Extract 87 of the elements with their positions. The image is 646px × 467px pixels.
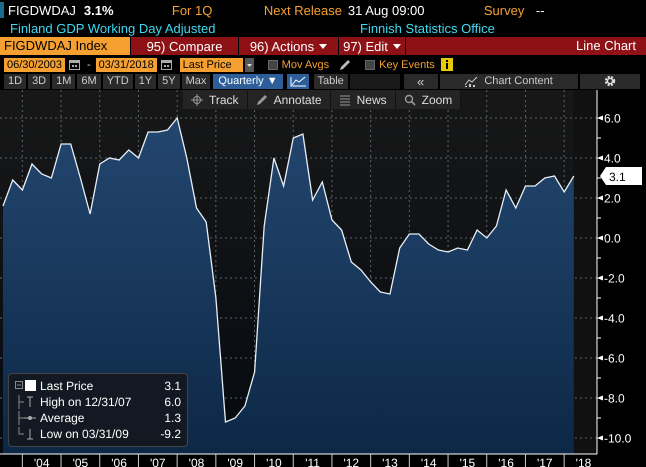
axis-label: '17 bbox=[536, 456, 553, 467]
chart-tool-button[interactable]: Zoom bbox=[396, 90, 462, 109]
collapse-icon bbox=[15, 379, 37, 393]
axis-label: '05 bbox=[72, 456, 88, 467]
crosshair-icon bbox=[191, 94, 203, 106]
settings-button[interactable] bbox=[580, 74, 640, 88]
description: Finland GDP Working Day Adjusted bbox=[10, 21, 216, 36]
chart-content-button[interactable]: Chart Content bbox=[440, 74, 578, 88]
legend-label: Low on 03/31/09 bbox=[40, 427, 130, 441]
legend-label: Last Price bbox=[40, 379, 94, 393]
legend-value: 6.0 bbox=[164, 395, 181, 409]
legend-label: Average bbox=[40, 411, 86, 425]
range-button[interactable]: 6M bbox=[77, 74, 101, 88]
legend-value: 1.3 bbox=[164, 411, 181, 425]
survey-value: -- bbox=[536, 2, 545, 18]
axis-label: 6.0 bbox=[604, 112, 621, 126]
axis-label: '15 bbox=[460, 456, 476, 467]
axis-label: -6.0 bbox=[604, 352, 625, 366]
range-button[interactable]: Max bbox=[182, 74, 210, 88]
legend-value: -9.2 bbox=[160, 427, 181, 441]
axis-label: '06 bbox=[111, 456, 127, 467]
settings-icon bbox=[604, 75, 616, 87]
last-value-marker: 3.1 bbox=[600, 167, 642, 185]
axis-label: '14 bbox=[420, 456, 437, 467]
option-label: Mov Avgs bbox=[282, 58, 330, 70]
axis-label: 0.0 bbox=[604, 232, 621, 246]
caret-icon bbox=[319, 44, 328, 48]
axis-label: '08 bbox=[188, 456, 204, 467]
axis-label: '07 bbox=[150, 456, 166, 467]
search-icon bbox=[404, 94, 416, 106]
axis-label: 2.0 bbox=[604, 192, 621, 206]
legend-label: High on 12/31/07 bbox=[40, 395, 132, 409]
axis-label: '12 bbox=[343, 456, 360, 467]
survey-label: Survey bbox=[484, 2, 526, 18]
period-label: For 1Q bbox=[172, 2, 214, 18]
range-button[interactable]: 5Y bbox=[158, 74, 180, 88]
range-button[interactable]: 1D bbox=[4, 74, 26, 88]
axis-label: '10 bbox=[266, 456, 282, 467]
date-separator: - bbox=[87, 58, 91, 70]
end-date-field[interactable]: 03/31/2018 bbox=[96, 58, 157, 72]
axis-label: '18 bbox=[576, 456, 592, 467]
menu-button[interactable]: 96) Actions bbox=[238, 37, 338, 55]
chart-icon bbox=[464, 76, 478, 86]
axis-label: '13 bbox=[382, 456, 398, 467]
axis-label: '11 bbox=[305, 456, 320, 467]
axis-label: -4.0 bbox=[604, 312, 625, 326]
change-value: 3.1% bbox=[84, 2, 115, 18]
axis-label: -8.0 bbox=[604, 392, 625, 406]
list-icon bbox=[338, 94, 351, 106]
axis-label: -10.0 bbox=[604, 432, 632, 446]
accent-bar bbox=[0, 2, 4, 18]
menu-button[interactable]: 95) Compare bbox=[130, 37, 238, 55]
calendar-icon[interactable] bbox=[160, 59, 172, 70]
caret-icon bbox=[392, 44, 401, 48]
release-time: 31 Aug 09:00 bbox=[348, 2, 426, 18]
axis-label: '16 bbox=[498, 456, 514, 467]
ticker: FIGDWDAJ bbox=[8, 2, 76, 18]
table-button[interactable]: Table bbox=[314, 74, 348, 88]
range-button[interactable]: 1Y bbox=[134, 74, 156, 88]
line-chart-icon[interactable] bbox=[286, 74, 309, 88]
source: Finnish Statistics Office bbox=[360, 21, 495, 36]
range-button[interactable]: Quarterly ▼ bbox=[213, 74, 283, 88]
chart-tool-button[interactable]: Track bbox=[183, 90, 248, 109]
calendar-icon[interactable] bbox=[69, 59, 80, 70]
menu-button[interactable]: 97) Edit bbox=[338, 37, 405, 55]
checkbox[interactable] bbox=[365, 60, 376, 70]
checkbox[interactable] bbox=[268, 60, 278, 70]
chart-tool-button[interactable]: News bbox=[330, 90, 396, 109]
range-button[interactable]: 1M bbox=[52, 74, 76, 88]
axis-label: '09 bbox=[227, 456, 244, 467]
range-button[interactable]: YTD bbox=[102, 74, 133, 88]
security-field[interactable]: FIGDWDAJ Index bbox=[0, 37, 130, 55]
pencil-icon bbox=[256, 94, 268, 106]
axis-label: -2.0 bbox=[604, 272, 625, 286]
axis-label: '04 bbox=[34, 456, 50, 467]
release-label: Next Release bbox=[264, 2, 343, 18]
legend-value: 3.1 bbox=[164, 379, 181, 393]
option-label: Key Events bbox=[379, 58, 435, 70]
pencil-icon[interactable] bbox=[339, 58, 352, 70]
axis-label: 4.0 bbox=[604, 152, 621, 166]
range-button[interactable]: 3D bbox=[28, 74, 50, 88]
field-dropdown[interactable]: Last Price bbox=[180, 58, 243, 72]
start-date-field[interactable]: 06/30/2003 bbox=[4, 58, 65, 72]
chart-type-label: Line Chart bbox=[405, 37, 646, 55]
collapse-button[interactable]: « bbox=[404, 74, 438, 88]
info-icon[interactable] bbox=[440, 58, 453, 71]
chart-tool-button[interactable]: Annotate bbox=[248, 90, 331, 109]
